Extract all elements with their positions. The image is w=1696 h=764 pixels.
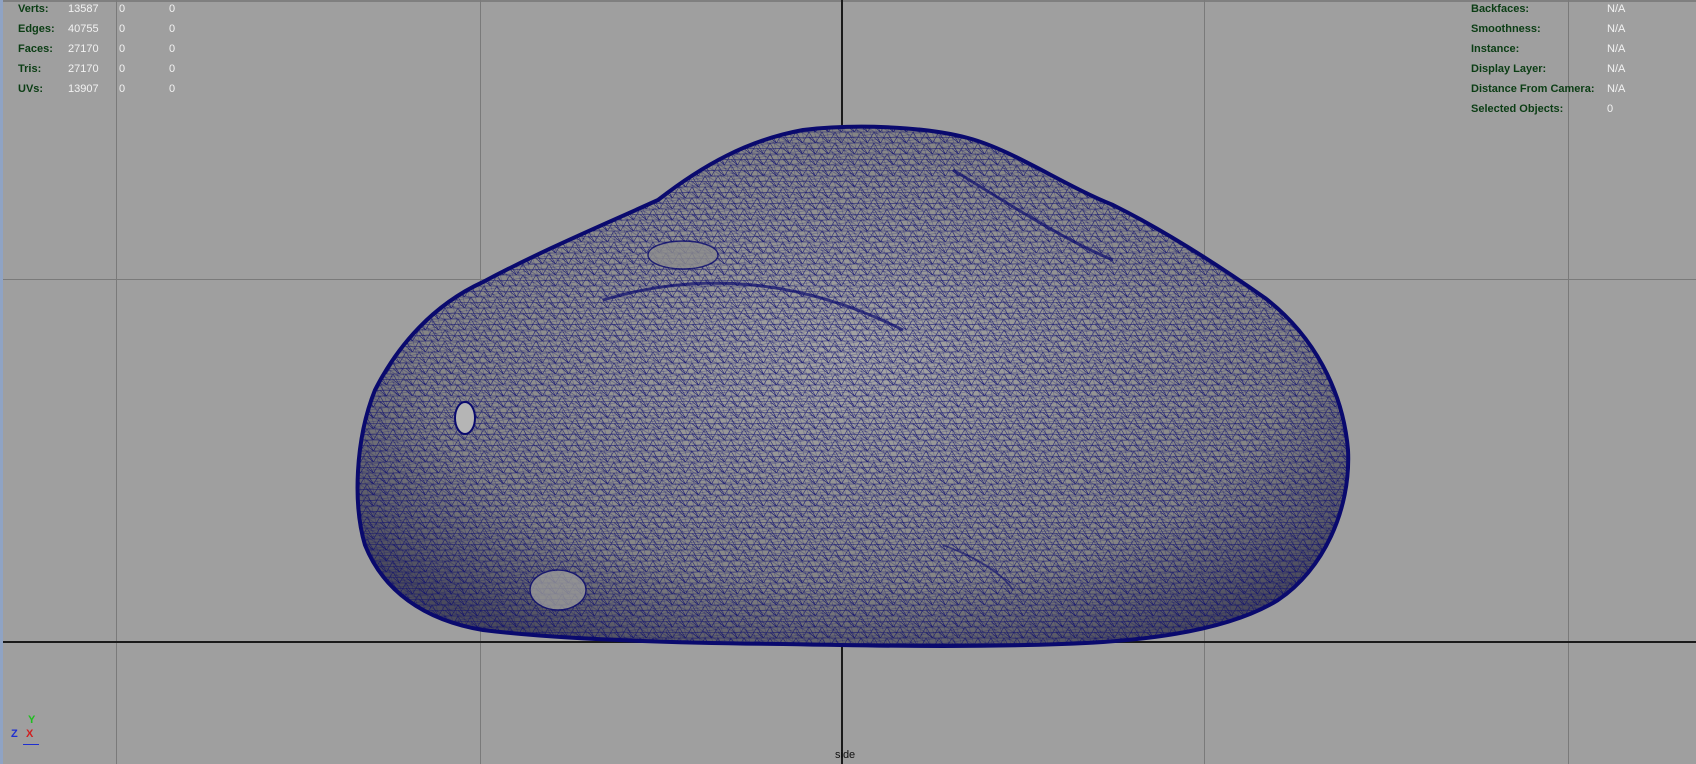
hud-value: 0 [1607,103,1614,115]
y-axis-label: Y [28,714,36,726]
object-details-hud: Backfaces: N/A Smoothness: N/A Instance:… [1471,0,1671,119]
view-axis-gizmo: Y Z X [11,714,51,750]
hud-value: N/A [1607,43,1626,55]
hud-value: 0 [169,83,176,95]
hud-value: 0 [119,43,126,55]
hud-row-edges: Edges: 40755 0 0 [18,19,218,39]
hud-value: 0 [169,43,176,55]
hud-value: 0 [119,3,126,15]
hud-label: UVs: [18,83,44,95]
hud-row-distance-from-camera: Distance From Camera: N/A [1471,79,1671,99]
hud-value: 40755 [68,23,99,35]
hud-row-instance: Instance: N/A [1471,39,1671,59]
hud-row-uvs: UVs: 13907 0 0 [18,79,218,99]
hud-value: N/A [1607,63,1626,75]
hud-value: 0 [169,23,176,35]
hud-label: Tris: [18,63,42,75]
3d-viewport[interactable]: Verts: 13587 0 0 Edges: 40755 0 0 Faces:… [0,0,1696,764]
hud-label: Edges: [18,23,55,35]
hud-row-faces: Faces: 27170 0 0 [18,39,218,59]
x-axis-label: X [26,728,34,740]
hud-row-verts: Verts: 13587 0 0 [18,0,218,19]
hud-value: 0 [119,23,126,35]
hud-value: 27170 [68,63,99,75]
hud-row-display-layer: Display Layer: N/A [1471,59,1671,79]
poly-count-hud: Verts: 13587 0 0 Edges: 40755 0 0 Faces:… [18,0,218,99]
hud-label: Instance: [1471,43,1520,55]
mesh-object[interactable] [3,0,1696,764]
hud-value: 0 [169,3,176,15]
hud-value: 27170 [68,43,99,55]
z-axis-label: Z [11,728,18,740]
hud-row-selected-objects: Selected Objects: 0 [1471,99,1671,119]
hud-value: N/A [1607,3,1626,15]
hud-row-tris: Tris: 27170 0 0 [18,59,218,79]
hud-value: 0 [119,63,126,75]
camera-name-label: side [835,749,856,761]
hud-label: Faces: [18,43,53,55]
hud-value: 13587 [68,3,99,15]
hud-row-backfaces: Backfaces: N/A [1471,0,1671,19]
hud-label: Verts: [18,3,49,15]
hud-value: N/A [1607,83,1626,95]
hud-value: 13907 [68,83,99,95]
hud-value: N/A [1607,23,1626,35]
hud-label: Smoothness: [1471,23,1541,35]
hud-value: 0 [119,83,126,95]
hud-label: Display Layer: [1471,63,1547,75]
hud-value: 0 [169,63,176,75]
hud-label: Selected Objects: [1471,103,1564,115]
hud-label: Backfaces: [1471,3,1530,15]
hud-label: Distance From Camera: [1471,83,1595,95]
z-axis-line [23,744,39,745]
hud-row-smoothness: Smoothness: N/A [1471,19,1671,39]
